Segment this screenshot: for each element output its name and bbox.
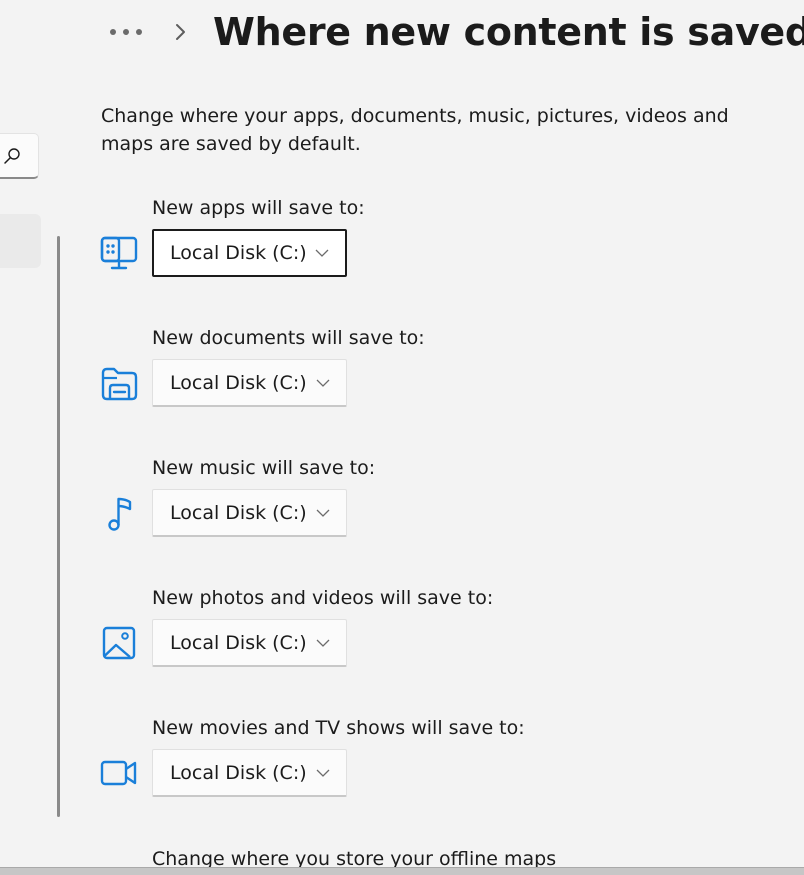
search-icon[interactable] — [3, 147, 21, 165]
app-monitor-icon — [100, 236, 138, 270]
movies-location-dropdown[interactable]: Local Disk (C:) — [152, 749, 347, 797]
setting-label: New photos and videos will save to: — [152, 587, 494, 609]
chevron-down-icon — [316, 379, 330, 387]
breadcrumb-separator — [166, 22, 196, 42]
breadcrumb — [106, 6, 196, 58]
setting-label: New apps will save to: — [152, 197, 365, 219]
folder-drive-icon — [101, 367, 138, 401]
dropdown-value: Local Disk (C:) — [170, 242, 307, 264]
dropdown-value: Local Disk (C:) — [170, 501, 307, 524]
music-location-dropdown[interactable]: Local Disk (C:) — [152, 489, 347, 537]
taskbar-edge — [0, 867, 804, 875]
chevron-right-icon — [176, 24, 185, 40]
chevron-down-icon — [316, 509, 330, 517]
chevron-down-icon — [316, 769, 330, 777]
setting-label: New movies and TV shows will save to: — [152, 717, 525, 739]
music-note-icon — [108, 497, 132, 531]
setting-apps: New apps will save to: Local Disk (C:) — [0, 194, 804, 304]
dropdown-value: Local Disk (C:) — [170, 371, 307, 394]
photos-location-dropdown[interactable]: Local Disk (C:) — [152, 619, 347, 667]
breadcrumb-more-button[interactable] — [106, 12, 146, 52]
setting-label: New music will save to: — [152, 457, 376, 479]
apps-location-dropdown[interactable]: Local Disk (C:) — [152, 229, 347, 277]
setting-movies-tv: New movies and TV shows will save to: Lo… — [0, 714, 804, 824]
dropdown-value: Local Disk (C:) — [170, 761, 307, 784]
chevron-down-icon — [316, 639, 330, 647]
setting-music: New music will save to: Local Disk (C:) — [0, 454, 804, 564]
page-title: Where new content is saved — [213, 10, 804, 54]
setting-label: New documents will save to: — [152, 327, 425, 349]
search-box[interactable] — [0, 133, 39, 179]
image-icon — [102, 626, 136, 660]
video-camera-icon — [100, 760, 137, 786]
setting-documents: New documents will save to: Local Disk (… — [0, 324, 804, 434]
page-description: Change where your apps, documents, music… — [101, 105, 729, 155]
ellipsis-icon — [110, 29, 142, 35]
documents-location-dropdown[interactable]: Local Disk (C:) — [152, 359, 347, 407]
dropdown-value: Local Disk (C:) — [170, 631, 307, 654]
setting-photos-videos: New photos and videos will save to: Loca… — [0, 584, 804, 694]
chevron-down-icon — [315, 249, 329, 257]
